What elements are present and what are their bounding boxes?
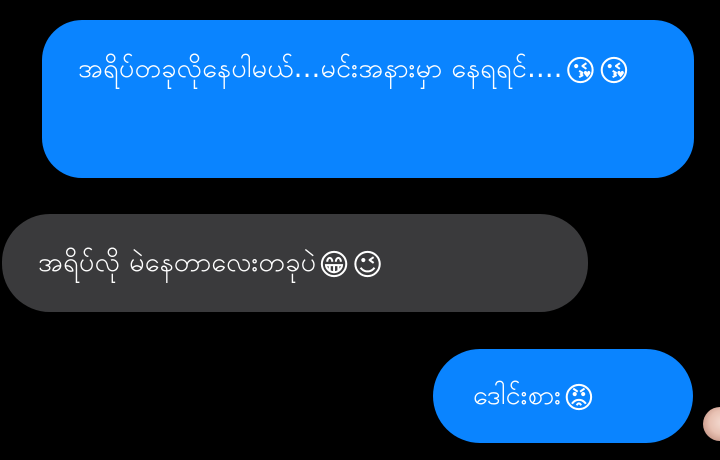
grinning-face-icon: 😁 xyxy=(318,248,350,283)
message-bubble-received[interactable]: အရိပ်လို မဲနေတာလေးတခုပဲ😁😉 xyxy=(2,214,588,312)
message-text: ဒေါင်းစား xyxy=(473,380,562,411)
message-bubble-sent[interactable]: အရိပ်တခုလိုနေပါမယ်...မင်းအနားမှာ နေရရင်.… xyxy=(42,20,694,178)
message-text: အရိပ်တခုလိုနေပါမယ်...မင်းအနားမှာ နေရရင်.… xyxy=(78,53,563,84)
message-text: အရိပ်လို မဲနေတာလေးတခုပဲ xyxy=(38,247,317,278)
angry-face-icon: 😡 xyxy=(563,381,595,416)
face-blowing-kiss-icon: 😘 xyxy=(564,54,597,89)
chat-thread: အရိပ်တခုလိုနေပါမယ်...မင်းအနားမှာ နေရရင်.… xyxy=(0,0,720,460)
winking-face-icon: 😉 xyxy=(351,248,384,283)
face-blowing-kiss-icon: 😘 xyxy=(598,54,630,89)
message-bubble-sent[interactable]: ဒေါင်းစား😡 xyxy=(433,349,693,443)
read-receipt-avatar-icon xyxy=(703,407,720,441)
